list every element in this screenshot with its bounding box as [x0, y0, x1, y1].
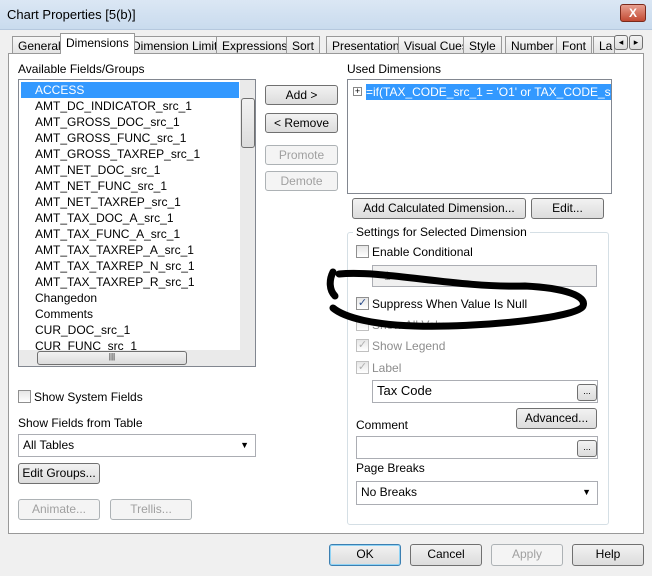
available-fields-label: Available Fields/Groups [18, 62, 145, 76]
tab-la[interactable]: La [593, 36, 615, 53]
ok-button[interactable]: OK [329, 544, 401, 566]
list-item[interactable]: Changedon [35, 290, 97, 306]
list-item[interactable]: AMT_TAX_TAXREP_N_src_1 [35, 258, 195, 274]
list-item[interactable]: Comments [35, 306, 93, 322]
list-item[interactable]: AMT_NET_DOC_src_1 [35, 162, 160, 178]
comment-input[interactable] [356, 436, 598, 459]
edit-button[interactable]: Edit... [531, 198, 604, 219]
horizontal-scrollbar[interactable]: ||| [19, 350, 255, 366]
window-title: Chart Properties [5(b)] [7, 7, 136, 22]
label-input[interactable]: Tax Code [372, 380, 598, 403]
list-item[interactable]: CUR_DOC_src_1 [35, 322, 130, 338]
tab-scroll-left-button[interactable]: ◂ [614, 35, 628, 50]
comment-label: Comment [356, 418, 409, 432]
tab-general[interactable]: General [12, 36, 67, 53]
add-button[interactable]: Add > [265, 85, 338, 105]
label-checkbox[interactable]: ✓ [356, 361, 369, 374]
cancel-button[interactable]: Cancel [410, 544, 482, 566]
apply-button[interactable]: Apply [491, 544, 563, 566]
tab-sort[interactable]: Sort [286, 36, 321, 53]
page-breaks-value: No Breaks [361, 485, 418, 499]
expand-icon[interactable]: + [353, 87, 362, 96]
advanced-button[interactable]: Advanced... [516, 408, 597, 429]
list-item[interactable]: AMT_TAX_TAXREP_R_src_1 [35, 274, 195, 290]
used-dimension-item[interactable]: =if(TAX_CODE_src_1 = 'O1' or TAX_CODE_sr… [366, 84, 611, 100]
tab-scroll-right-button[interactable]: ▸ [629, 35, 643, 50]
page-breaks-select[interactable]: No Breaks ▼ [356, 481, 598, 505]
tab-number[interactable]: Number [505, 36, 560, 53]
tab-scroll: ◂ ▸ [614, 35, 644, 50]
page-breaks-label: Page Breaks [356, 461, 425, 475]
tab-font[interactable]: Font [556, 36, 593, 53]
tab-dimensions[interactable]: Dimensions [60, 33, 135, 54]
add-calculated-dimension-button[interactable]: Add Calculated Dimension... [352, 198, 526, 219]
title-bar: Chart Properties [5(b)] X [0, 0, 652, 30]
enable-conditional-label: Enable Conditional [372, 245, 473, 259]
settings-group-label: Settings for Selected Dimension [353, 225, 530, 239]
edit-groups-button[interactable]: Edit Groups... [18, 463, 100, 484]
available-fields-list[interactable]: ACCESS AMT_DC_INDICATOR_src_1 AMT_GROSS_DO… [18, 79, 256, 367]
list-item[interactable]: AMT_DC_INDICATOR_src_1 [35, 98, 192, 114]
list-item[interactable]: AMT_TAX_FUNC_A_src_1 [35, 226, 180, 242]
help-button[interactable]: Help [572, 544, 644, 566]
list-item[interactable]: AMT_NET_TAXREP_src_1 [35, 194, 181, 210]
demote-button[interactable]: Demote [265, 171, 338, 191]
list-item[interactable]: AMT_GROSS_DOC_src_1 [35, 114, 180, 130]
close-icon: X [628, 6, 637, 20]
used-dimensions-list[interactable]: + =if(TAX_CODE_src_1 = 'O1' or TAX_CODE_… [347, 79, 612, 194]
tab-presentation[interactable]: Presentation [326, 36, 406, 53]
list-item[interactable]: AMT_GROSS_FUNC_src_1 [35, 130, 186, 146]
table-select[interactable]: All Tables ▼ [18, 434, 256, 457]
trellis-button[interactable]: Trellis... [110, 499, 192, 520]
used-dimensions-label: Used Dimensions [347, 62, 442, 76]
vertical-scrollbar[interactable] [240, 80, 255, 350]
remove-button[interactable]: < Remove [265, 113, 338, 133]
label-ellipsis-button[interactable]: ... [577, 384, 597, 401]
promote-button[interactable]: Promote [265, 145, 338, 165]
list-item[interactable]: AMT_TAX_DOC_A_src_1 [35, 210, 174, 226]
chevron-down-icon: ▼ [240, 440, 249, 450]
tab-style[interactable]: Style [463, 36, 502, 53]
annotation-scribble [326, 268, 587, 330]
show-fields-from-table-label: Show Fields from Table [18, 416, 143, 430]
animate-button[interactable]: Animate... [18, 499, 100, 520]
show-system-fields-checkbox[interactable] [18, 390, 31, 403]
tab-dimension-limits[interactable]: Dimension Limits [126, 36, 230, 53]
enable-conditional-checkbox[interactable] [356, 245, 369, 258]
label-checkbox-label: Label [372, 361, 402, 375]
show-system-fields-label: Show System Fields [34, 390, 143, 404]
chevron-down-icon: ▼ [582, 487, 591, 497]
table-select-value: All Tables [23, 438, 75, 452]
scrollbar-thumb[interactable] [241, 98, 255, 148]
list-item[interactable]: AMT_NET_FUNC_src_1 [35, 178, 167, 194]
list-item[interactable]: AMT_GROSS_TAXREP_src_1 [35, 146, 200, 162]
list-item[interactable]: ACCESS [21, 82, 239, 98]
tab-expressions[interactable]: Expressions [216, 36, 294, 53]
scrollbar-thumb[interactable]: ||| [37, 351, 187, 365]
list-item[interactable]: AMT_TAX_TAXREP_A_src_1 [35, 242, 194, 258]
close-button[interactable]: X [620, 4, 646, 22]
comment-ellipsis-button[interactable]: ... [577, 440, 597, 457]
